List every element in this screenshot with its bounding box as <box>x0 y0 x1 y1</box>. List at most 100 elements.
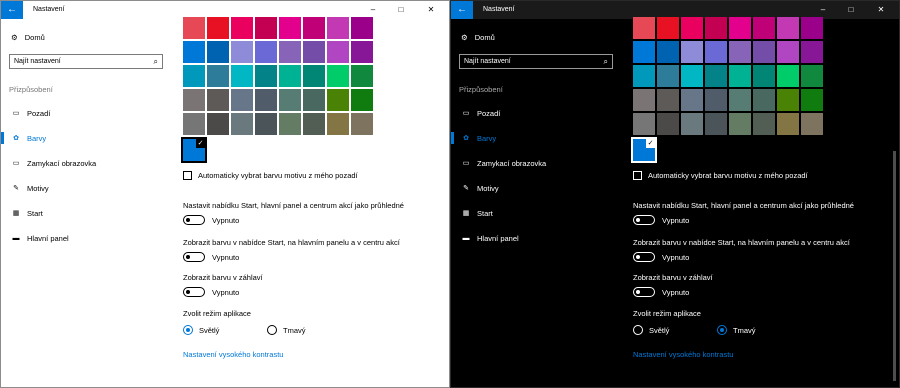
color-swatch[interactable] <box>327 65 349 87</box>
show-color-start-toggle[interactable] <box>633 252 655 262</box>
color-swatch[interactable] <box>183 65 205 87</box>
auto-pick-checkbox[interactable] <box>183 171 192 180</box>
color-swatch[interactable] <box>705 65 727 87</box>
color-swatch[interactable] <box>279 17 301 39</box>
show-color-title-toggle[interactable] <box>183 287 205 297</box>
color-swatch[interactable] <box>303 89 325 111</box>
sidebar-item-motivy[interactable]: ✎ Motivy <box>1 182 179 194</box>
color-swatch[interactable] <box>633 89 655 111</box>
color-swatch[interactable] <box>753 41 775 63</box>
sidebar-item-motivy[interactable]: ✎ Motivy <box>451 182 629 194</box>
color-swatch[interactable] <box>303 41 325 63</box>
color-swatch[interactable] <box>633 65 655 87</box>
home-link[interactable]: ⚙ Domů <box>461 31 495 43</box>
color-swatch[interactable] <box>327 41 349 63</box>
color-swatch[interactable] <box>777 65 799 87</box>
color-swatch[interactable] <box>753 17 775 39</box>
color-swatch[interactable] <box>279 65 301 87</box>
close-button[interactable]: ✕ <box>419 3 443 17</box>
minimize-button[interactable]: – <box>361 3 385 17</box>
color-swatch[interactable] <box>753 65 775 87</box>
color-swatch[interactable] <box>681 65 703 87</box>
maximize-button[interactable]: □ <box>389 3 413 17</box>
color-swatch[interactable] <box>729 113 751 135</box>
home-link[interactable]: ⚙ Domů <box>11 31 45 43</box>
color-swatch[interactable] <box>351 41 373 63</box>
color-swatch[interactable] <box>327 113 349 135</box>
start-transparent-toggle-row[interactable]: Vypnuto <box>183 215 239 225</box>
color-swatch[interactable] <box>207 89 229 111</box>
color-swatch[interactable] <box>705 89 727 111</box>
color-swatch[interactable] <box>351 65 373 87</box>
color-swatch[interactable] <box>729 65 751 87</box>
radio-circle[interactable] <box>183 325 193 335</box>
color-swatch[interactable] <box>729 41 751 63</box>
sidebar-item-hlavní-panel[interactable]: ▬ Hlavní panel <box>1 232 179 244</box>
high-contrast-link[interactable]: Nastavení vysokého kontrastu <box>183 350 283 359</box>
auto-pick-checkbox-row[interactable]: Automaticky vybrat barvu motivu z mého p… <box>633 171 808 180</box>
color-swatch[interactable] <box>351 113 373 135</box>
selected-color-swatch[interactable]: ✓ <box>631 137 657 163</box>
show-color-title-toggle[interactable] <box>633 287 655 297</box>
color-swatch[interactable] <box>657 89 679 111</box>
color-swatch[interactable] <box>681 113 703 135</box>
color-swatch[interactable] <box>801 41 823 63</box>
color-swatch[interactable] <box>183 17 205 39</box>
color-swatch[interactable] <box>777 41 799 63</box>
color-swatch[interactable] <box>327 89 349 111</box>
color-swatch[interactable] <box>207 65 229 87</box>
maximize-button[interactable]: □ <box>839 3 863 17</box>
back-button[interactable]: ← <box>1 1 23 19</box>
color-swatch[interactable] <box>279 41 301 63</box>
close-button[interactable]: ✕ <box>869 3 893 17</box>
sidebar-item-pozadí[interactable]: ▭ Pozadí <box>1 107 179 119</box>
sidebar-item-pozadí[interactable]: ▭ Pozadí <box>451 107 629 119</box>
color-swatch[interactable] <box>705 113 727 135</box>
sidebar-item-start[interactable]: ▦ Start <box>1 207 179 219</box>
show-color-start-toggle[interactable] <box>183 252 205 262</box>
color-swatch[interactable] <box>657 113 679 135</box>
color-swatch[interactable] <box>231 89 253 111</box>
color-swatch[interactable] <box>303 65 325 87</box>
high-contrast-link[interactable]: Nastavení vysokého kontrastu <box>633 350 733 359</box>
mode-dark-radio[interactable]: Tmavý <box>267 325 306 335</box>
show-color-title-toggle-row[interactable]: Vypnuto <box>183 287 239 297</box>
color-swatch[interactable] <box>231 65 253 87</box>
color-swatch[interactable] <box>801 17 823 39</box>
color-swatch[interactable] <box>633 41 655 63</box>
start-transparent-toggle[interactable] <box>633 215 655 225</box>
mode-light-radio[interactable]: Světlý <box>633 325 669 335</box>
color-swatch[interactable] <box>255 89 277 111</box>
color-swatch[interactable] <box>279 113 301 135</box>
color-swatch[interactable] <box>207 113 229 135</box>
radio-circle[interactable] <box>633 325 643 335</box>
sidebar-item-zamykací-obrazovka[interactable]: ▭ Zamykací obrazovka <box>1 157 179 169</box>
color-swatch[interactable] <box>231 17 253 39</box>
sidebar-item-zamykací-obrazovka[interactable]: ▭ Zamykací obrazovka <box>451 157 629 169</box>
color-swatch[interactable] <box>657 17 679 39</box>
sidebar-item-start[interactable]: ▦ Start <box>451 207 629 219</box>
search-input[interactable]: Najít nastavení ⌕ <box>459 54 613 69</box>
radio-circle[interactable] <box>717 325 727 335</box>
color-swatch[interactable] <box>207 41 229 63</box>
scrollbar[interactable] <box>893 151 896 381</box>
color-swatch[interactable] <box>705 17 727 39</box>
mode-light-radio[interactable]: Světlý <box>183 325 219 335</box>
color-swatch[interactable] <box>255 113 277 135</box>
color-swatch[interactable] <box>657 65 679 87</box>
color-swatch[interactable] <box>183 89 205 111</box>
color-swatch[interactable] <box>351 17 373 39</box>
sidebar-item-barvy[interactable]: ✿ Barvy <box>451 132 629 144</box>
color-swatch[interactable] <box>681 17 703 39</box>
color-swatch[interactable] <box>777 89 799 111</box>
color-swatch[interactable] <box>801 113 823 135</box>
color-swatch[interactable] <box>633 113 655 135</box>
color-swatch[interactable] <box>279 89 301 111</box>
color-swatch[interactable] <box>231 41 253 63</box>
color-swatch[interactable] <box>729 17 751 39</box>
color-swatch[interactable] <box>351 89 373 111</box>
color-swatch[interactable] <box>729 89 751 111</box>
color-swatch[interactable] <box>303 17 325 39</box>
sidebar-item-hlavní-panel[interactable]: ▬ Hlavní panel <box>451 232 629 244</box>
search-input[interactable]: Najít nastavení ⌕ <box>9 54 163 69</box>
